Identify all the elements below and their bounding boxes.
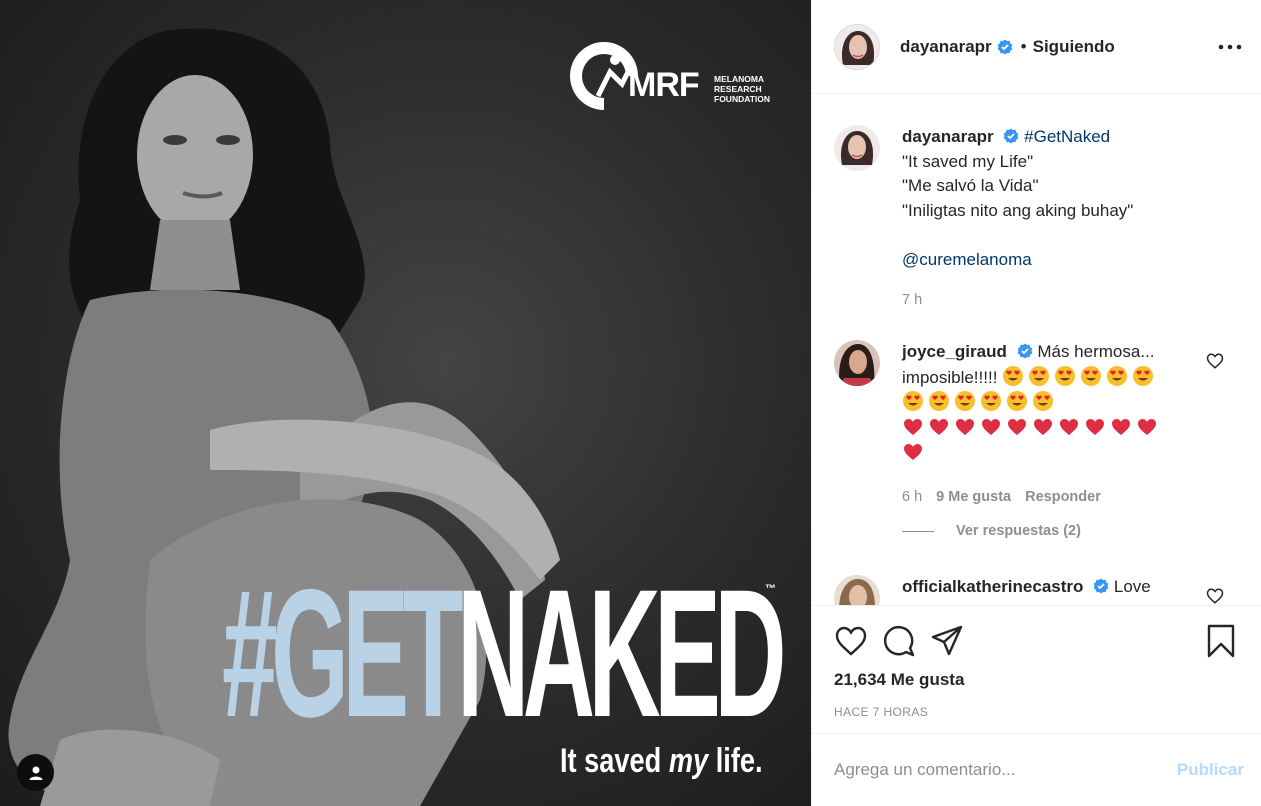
caption-line: "It saved my Life" (902, 151, 1034, 171)
red-heart-emoji-icon (904, 444, 922, 460)
post-image[interactable]: MRF MELANOMA RESEARCH FOUNDATION #GETNAK… (0, 0, 811, 806)
red-heart-emoji-icon (1008, 418, 1026, 435)
view-replies-label[interactable]: Ver respuestas (2) (956, 523, 1081, 539)
caption-hashtag[interactable]: #GetNaked (1024, 127, 1110, 146)
comment-input[interactable] (834, 760, 1167, 780)
verified-badge-icon (1004, 128, 1019, 144)
red-heart-emoji-icon (1086, 418, 1104, 435)
red-heart-emoji-icon (1112, 418, 1130, 435)
likes-count[interactable]: 21,634 Me gusta (834, 670, 964, 690)
comment-time[interactable]: 6 h (902, 485, 922, 510)
post-sidebar: dayanarapr • Siguiendo dayanarapr #GetNa… (811, 0, 1261, 806)
view-replies-button[interactable]: Ver respuestas (2) (902, 523, 1081, 539)
comment-like-heart-icon[interactable] (1206, 352, 1224, 370)
paper-plane-icon[interactable] (930, 624, 964, 658)
post-timestamp[interactable]: HACE 7 HORAS (834, 705, 928, 719)
red-heart-emoji-icon (982, 418, 1000, 435)
heart-eyes-emoji-icon (1081, 365, 1102, 386)
verified-badge-icon (1017, 343, 1032, 359)
heart-eyes-emoji-icon (929, 391, 949, 411)
trademark-symbol: ™ (765, 583, 776, 595)
heart-eyes-emoji-icon (1107, 365, 1128, 386)
heart-eyes-emoji-icon (1033, 391, 1053, 411)
heart-eyes-emoji-icon (1007, 391, 1027, 411)
comment-avatar[interactable] (834, 575, 880, 605)
comment-username[interactable]: joyce_giraud (902, 342, 1007, 361)
heart-eyes-emoji-icon (1133, 365, 1154, 386)
user-icon (29, 766, 42, 780)
add-comment-bar: Publicar (812, 733, 1261, 806)
comments-list[interactable]: dayanarapr #GetNaked "It saved my Life" … (812, 95, 1261, 605)
tagged-users-button[interactable] (17, 754, 54, 791)
verified-badge-icon (1093, 578, 1109, 594)
caption-mention[interactable]: @curemelanoma (902, 248, 1232, 273)
caption-time[interactable]: 7 h (902, 288, 922, 313)
comment-item: joyce_giraud Más hermosa... imposible!!!… (834, 340, 1202, 509)
comment-avatar[interactable] (834, 340, 880, 386)
post-header: dayanarapr • Siguiendo (812, 0, 1261, 94)
more-horizontal-icon[interactable] (1218, 38, 1242, 56)
caption-username[interactable]: dayanarapr (902, 127, 994, 146)
caption-item: dayanarapr #GetNaked "It saved my Life" … (834, 125, 1232, 313)
comment-like-heart-icon[interactable] (1206, 587, 1224, 605)
tagline: It saved my life. (560, 742, 763, 780)
caption-avatar[interactable] (834, 125, 880, 171)
heart-eyes-emoji-icon (955, 391, 975, 411)
red-heart-emoji-icon (904, 418, 922, 435)
red-heart-emoji-icon (1060, 418, 1078, 435)
heart-eyes-emoji-icon (1003, 365, 1024, 386)
comment-text: Love (1113, 577, 1151, 596)
emoji-row (902, 416, 1202, 442)
post-actions: 21,634 Me gusta HACE 7 HORAS (812, 605, 1261, 733)
heart-eyes-emoji-icon (981, 391, 1001, 411)
caption-line: "Iniligtas nito ang aking buhay" (902, 200, 1134, 220)
following-button[interactable]: Siguiendo (1033, 37, 1115, 57)
getnaked-headline: #GETNAKED (222, 551, 787, 755)
comment-icon[interactable] (882, 624, 916, 658)
red-heart-emoji-icon (956, 418, 974, 435)
reply-button[interactable]: Responder (1025, 485, 1101, 510)
comment-likes[interactable]: 9 Me gusta (936, 485, 1011, 510)
instagram-post: MRF MELANOMA RESEARCH FOUNDATION #GETNAK… (0, 0, 1261, 806)
red-heart-emoji-icon (1034, 418, 1052, 435)
red-heart-emoji-icon (930, 418, 948, 435)
heart-eyes-emoji-icon (903, 391, 923, 411)
mrf-logo-abbr: MRF (628, 66, 700, 104)
mrf-logo-subtitle: MELANOMA RESEARCH FOUNDATION (714, 74, 771, 104)
verified-badge-icon (997, 39, 1012, 54)
comment-emojis (902, 390, 1202, 467)
bookmark-icon[interactable] (1204, 624, 1238, 658)
emoji-row (902, 441, 1202, 467)
heart-icon[interactable] (834, 624, 868, 658)
replies-divider (902, 530, 934, 532)
header-separator: • (1020, 36, 1027, 56)
comment-item: officialkatherinecastro Love (834, 575, 1202, 605)
author-avatar[interactable] (834, 23, 880, 70)
heart-eyes-emoji-icon (1055, 365, 1076, 386)
caption-line: "Me salvó la Vida" (902, 176, 1039, 195)
comment-username[interactable]: officialkatherinecastro (902, 577, 1083, 596)
publish-button[interactable]: Publicar (1177, 760, 1244, 780)
red-heart-emoji-icon (1138, 418, 1156, 435)
heart-eyes-emoji-icon (1029, 365, 1050, 386)
emoji-row (902, 390, 1202, 416)
author-username[interactable]: dayanarapr (900, 37, 992, 57)
